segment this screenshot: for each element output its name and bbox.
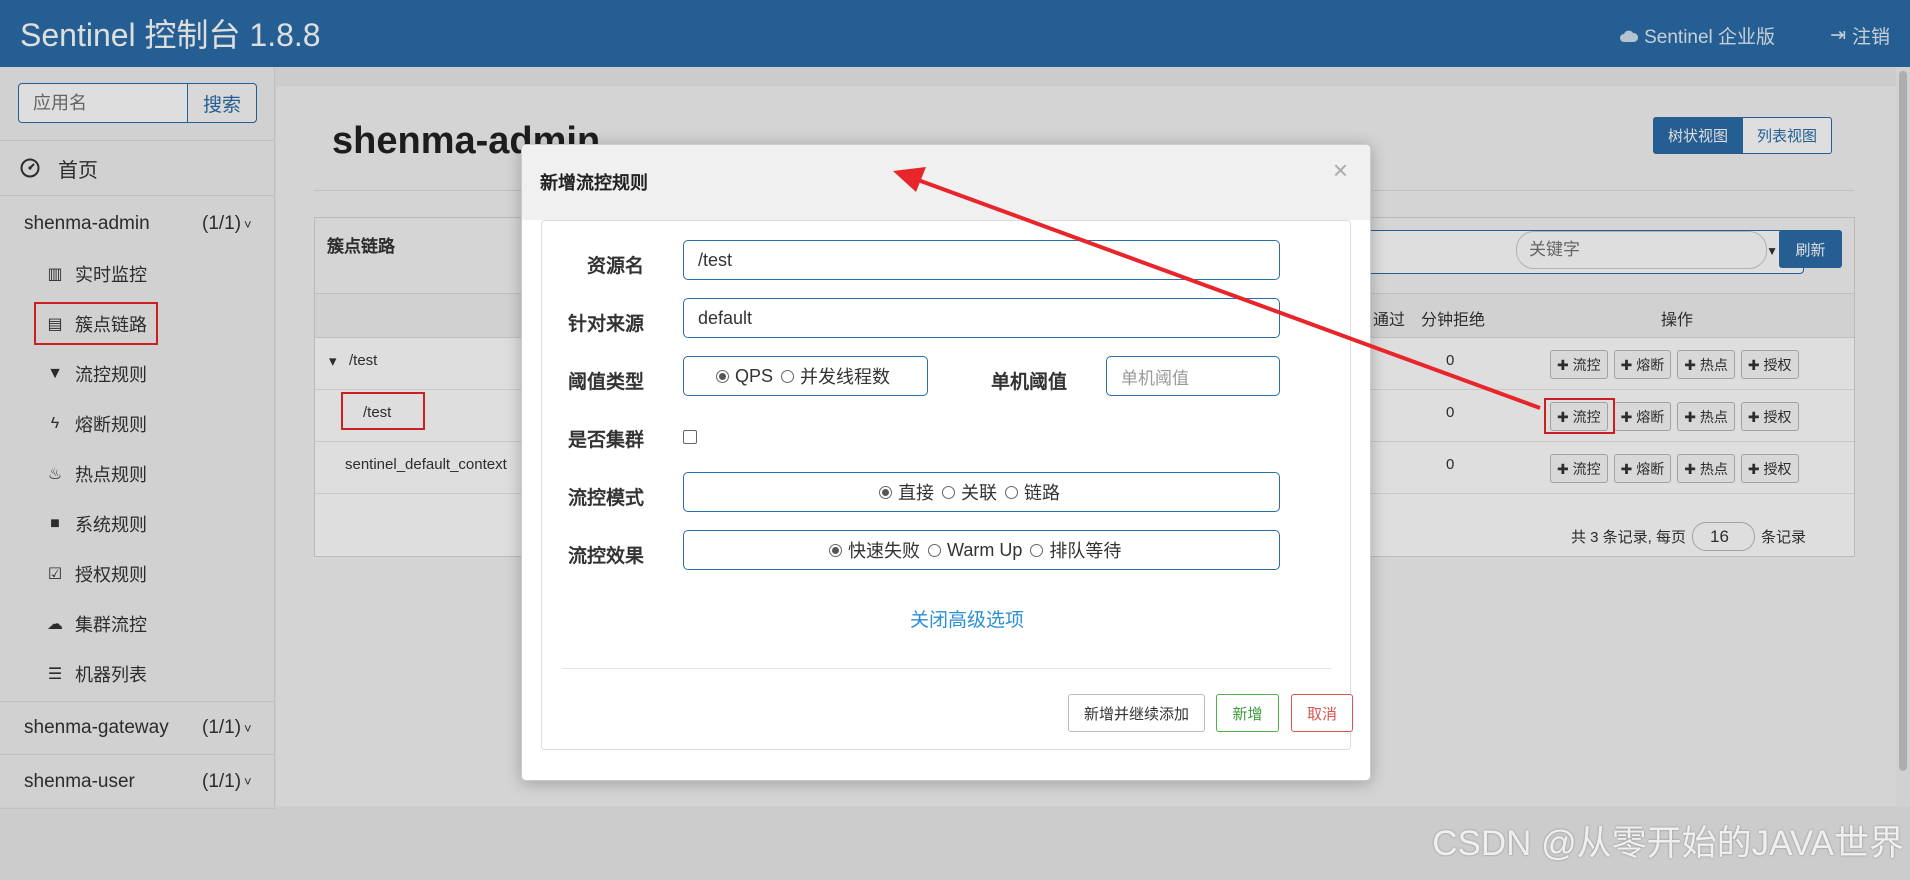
radio-warm-up[interactable]: Warm Up (928, 540, 1022, 561)
radio-queue[interactable]: 排队等待 (1030, 537, 1121, 563)
dialog-body: 资源名 /test 针对来源 default 阈值类型 QPS 并发线程数 单机… (541, 220, 1353, 750)
single-threshold-label: 单机阈值 (991, 372, 1068, 393)
cluster-checkbox[interactable] (683, 430, 697, 444)
radio-dot (1005, 485, 1018, 499)
radio-relate[interactable]: 关联 (942, 479, 997, 505)
radio-chain[interactable]: 链路 (1005, 479, 1060, 505)
mode-group: 直接 关联 链路 (683, 472, 1280, 512)
radio-fast-fail-label: 快速失败 (848, 541, 920, 561)
toggle-advanced-link[interactable]: 关闭高级选项 (910, 605, 1024, 632)
radio-direct-label: 直接 (898, 483, 934, 503)
add-button[interactable]: 新增 (1216, 694, 1279, 732)
single-threshold-input[interactable]: 单机阈值 (1106, 356, 1280, 396)
radio-dot (1030, 543, 1044, 557)
threshold-type-group: QPS 并发线程数 (683, 356, 928, 396)
dialog-divider (562, 668, 1332, 669)
radio-dot-selected (716, 369, 729, 383)
cluster-label: 是否集群 (568, 430, 645, 451)
radio-threads[interactable]: 并发线程数 (781, 363, 890, 389)
radio-dot (942, 485, 955, 499)
radio-qps[interactable]: QPS (716, 366, 773, 387)
radio-dot-selected (829, 543, 842, 557)
radio-warm-up-label: Warm Up (947, 539, 1023, 560)
resource-name-field[interactable]: /test (683, 240, 1280, 280)
radio-queue-label: 排队等待 (1049, 541, 1122, 561)
origin-field[interactable]: default (683, 298, 1280, 338)
dialog-header: 新增流控规则 × (522, 145, 1370, 220)
close-icon[interactable]: × (1333, 155, 1348, 186)
origin-label: 针对来源 (568, 314, 645, 335)
effect-group: 快速失败 Warm Up 排队等待 (683, 530, 1280, 570)
radio-threads-label: 并发线程数 (800, 367, 891, 387)
add-and-continue-button[interactable]: 新增并继续添加 (1068, 694, 1205, 732)
resource-label: 资源名 (587, 256, 645, 277)
radio-dot (928, 543, 941, 557)
radio-relate-label: 关联 (961, 483, 997, 503)
threshold-type-label: 阈值类型 (568, 372, 645, 393)
mode-label: 流控模式 (568, 488, 645, 509)
radio-fast-fail[interactable]: 快速失败 (829, 537, 920, 563)
radio-dot-selected (879, 485, 892, 499)
radio-direct[interactable]: 直接 (879, 479, 934, 505)
watermark: CSDN @从零开始的JAVA世界 (1432, 824, 1904, 863)
radio-dot (781, 369, 795, 383)
radio-qps-label: QPS (735, 365, 774, 386)
radio-chain-label: 链路 (1024, 483, 1060, 503)
add-flow-rule-dialog: 新增流控规则 × 资源名 /test 针对来源 default 阈值类型 QPS… (521, 144, 1371, 781)
effect-label: 流控效果 (568, 546, 645, 567)
dialog-title: 新增流控规则 (540, 173, 648, 193)
cancel-button[interactable]: 取消 (1291, 694, 1353, 732)
